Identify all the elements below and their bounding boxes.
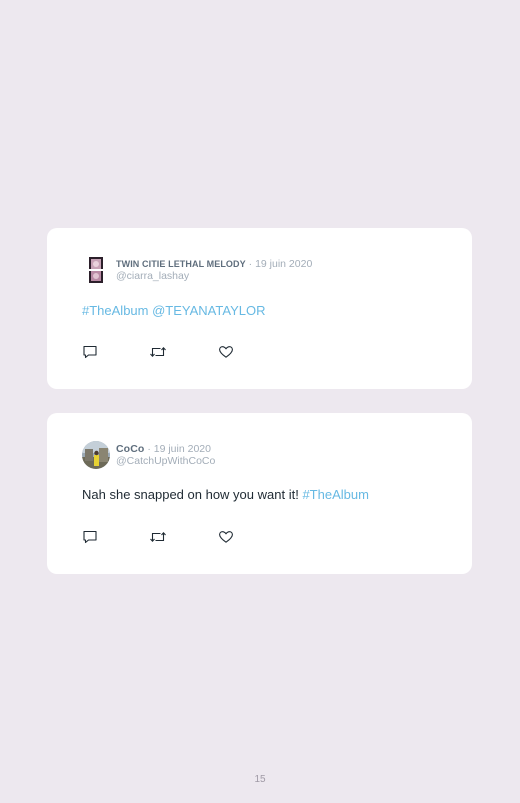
reply-button[interactable] [82,345,100,361]
tweet-text: #TheAlbum @TEYANATAYLOR [82,303,265,318]
tweet-header: CoCo · 19 juin 2020 @CatchUpWithCoCo [82,440,442,472]
tweet-header: TWIN CITIE LETHAL MELODY · 19 juin 2020 … [82,255,442,287]
tweet-date[interactable]: 19 juin 2020 [154,443,211,455]
profile-photo-icon [82,441,110,469]
profile-photo-icon [82,256,110,284]
tweet-actions [82,345,282,361]
tweet-date[interactable]: 19 juin 2020 [255,258,312,270]
reply-icon [83,345,97,359]
heart-icon [219,531,233,543]
mention-link[interactable]: @TEYANATAYLOR [152,303,265,318]
retweet-button[interactable] [149,530,167,546]
hashtag-link[interactable]: #TheAlbum [302,487,368,502]
author-handle[interactable]: @ciarra_lashay [116,270,312,283]
author-name[interactable]: CoCo [116,443,144,455]
tweet-meta: TWIN CITIE LETHAL MELODY · 19 juin 2020 … [116,258,312,283]
retweet-icon [150,531,166,543]
meta-separator: · [248,258,253,270]
tweet-text-content: Nah she snapped on how you want it! [82,487,299,502]
tweet-actions [82,530,282,546]
author-handle[interactable]: @CatchUpWithCoCo [116,455,215,468]
retweet-button[interactable] [149,345,167,361]
meta-separator: · [147,443,151,455]
tweet-meta: CoCo · 19 juin 2020 @CatchUpWithCoCo [116,443,215,468]
like-button[interactable] [218,530,236,546]
reply-button[interactable] [82,530,100,546]
author-name[interactable]: TWIN CITIE LETHAL MELODY [116,259,246,269]
retweet-icon [150,346,166,358]
page-number: 15 [254,774,266,785]
like-button[interactable] [218,345,236,361]
avatar[interactable] [82,441,110,469]
reply-icon [83,530,97,544]
hashtag-link[interactable]: #TheAlbum [82,303,148,318]
tweet-card: TWIN CITIE LETHAL MELODY · 19 juin 2020 … [47,228,472,389]
avatar[interactable] [82,256,110,284]
heart-icon [219,346,233,358]
tweet-text: Nah she snapped on how you want it! #The… [82,487,369,502]
tweet-card: CoCo · 19 juin 2020 @CatchUpWithCoCo Nah… [47,413,472,574]
